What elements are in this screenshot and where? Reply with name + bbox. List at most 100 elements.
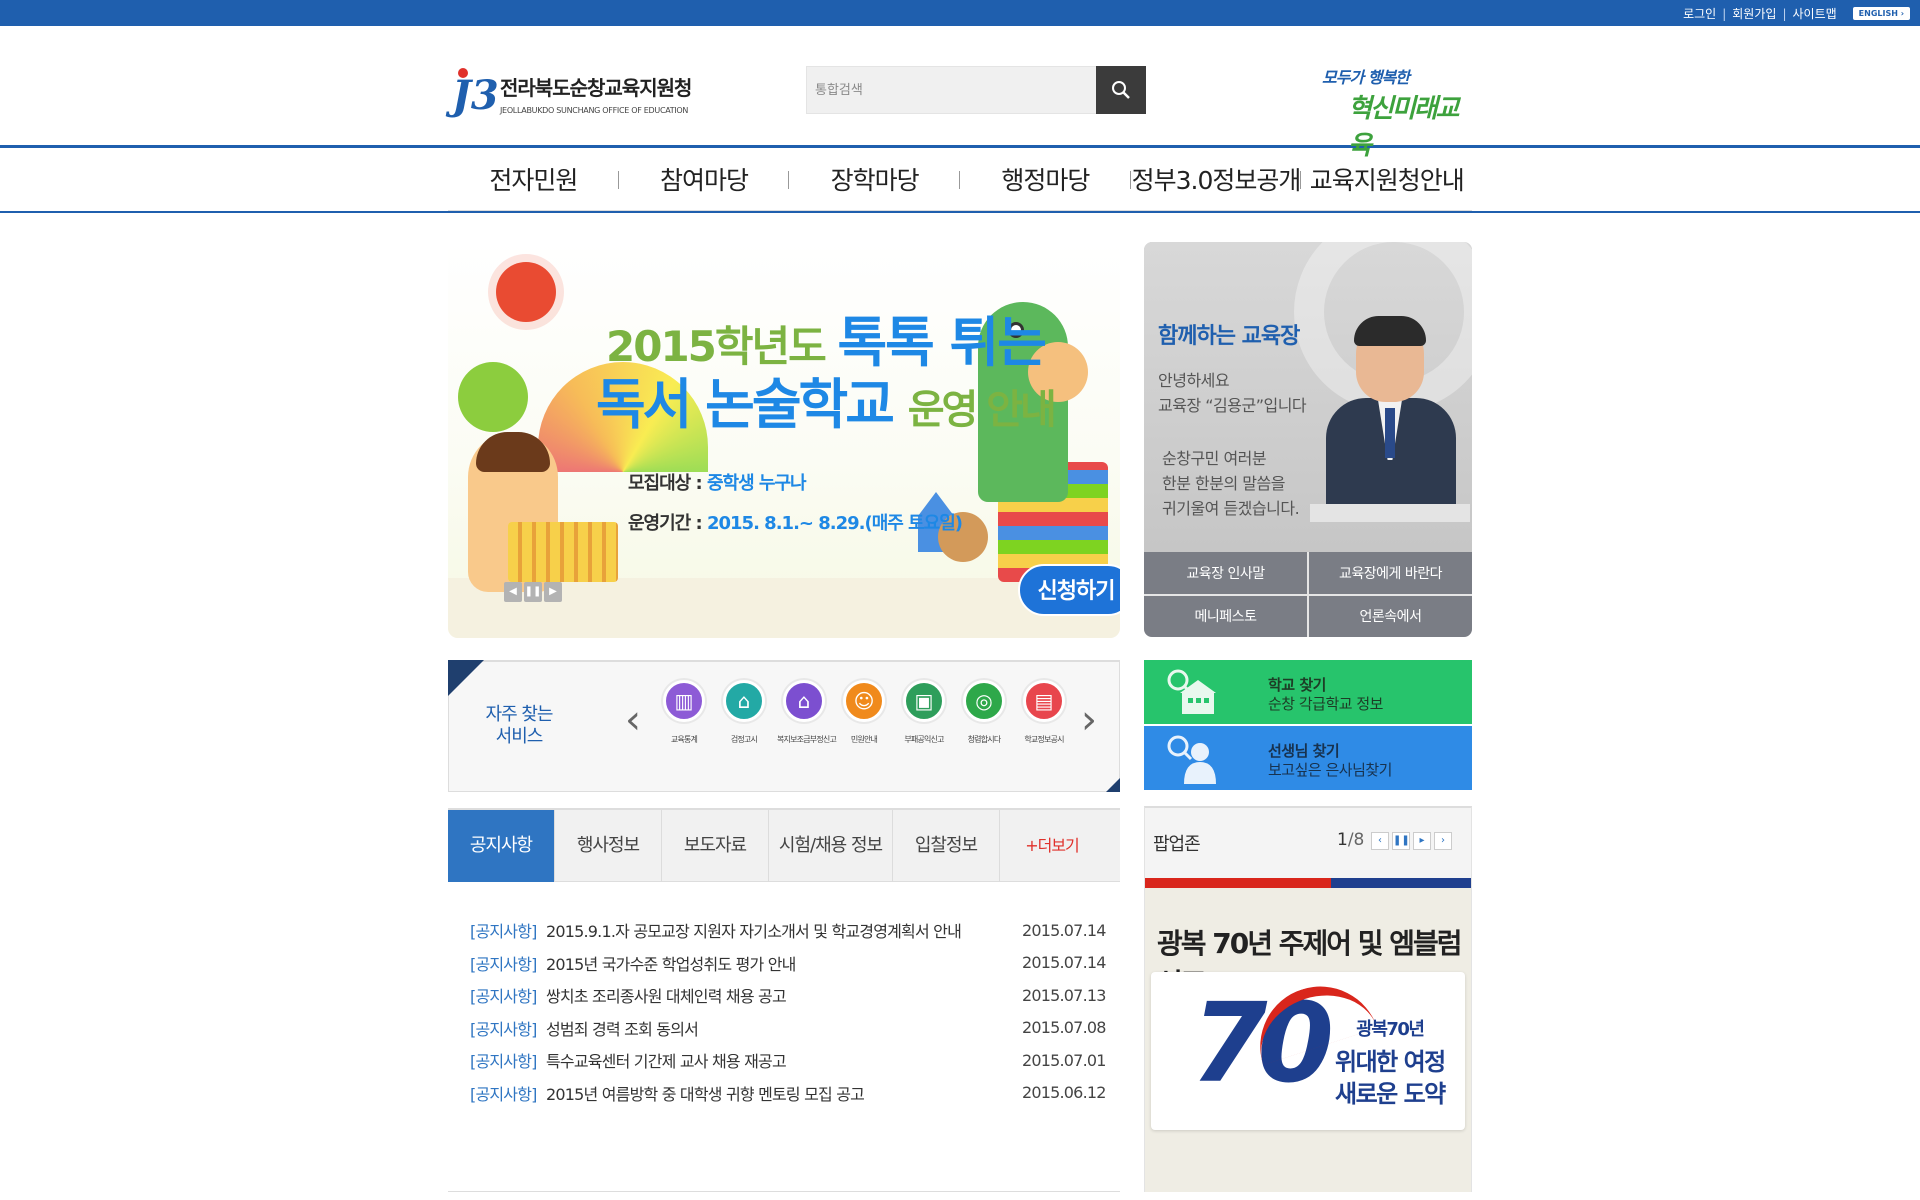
popup-next-button[interactable]: ›: [1434, 832, 1452, 850]
find-school-box[interactable]: 학교 찾기 순창 각급학교 정보: [1144, 660, 1472, 724]
quick-label-line: 자주 찾는: [485, 704, 554, 725]
tab-events[interactable]: 행사정보: [555, 810, 662, 882]
request-to-superintendent-button[interactable]: 교육장에게 바란다: [1309, 552, 1472, 594]
manifesto-button[interactable]: 메니페스토: [1144, 595, 1307, 637]
sitemap-link[interactable]: 사이트맵: [1792, 5, 1836, 22]
tab-notices[interactable]: 공지사항: [448, 810, 555, 882]
popup-zone-label: 팝업존: [1153, 834, 1201, 855]
quick-item-welfare-report[interactable]: ⌂ 복지보조금부정신고: [777, 680, 837, 745]
notice-title[interactable]: 2015.9.1.자 공모교장 지원자 자기소개서 및 학교경영계획서 안내: [546, 918, 1022, 942]
emblem-line1: 광복70년: [1356, 1019, 1425, 1040]
nav-item-administration[interactable]: 행정마당: [960, 161, 1131, 197]
quick-service-items: ▥ 교육통계 ⌂ 검정고시 ⌂ 복지보조금부정신고 ☺ 민원안내 ▣ 부패공익신…: [657, 680, 1071, 745]
search-button[interactable]: [1096, 66, 1146, 114]
superintendent-greeting-button[interactable]: 교육장 인사말: [1144, 552, 1307, 594]
notice-row[interactable]: [공지사항] 2015년 국가수준 학업성취도 평가 안내 2015.07.14: [470, 947, 1106, 980]
nav-item-scholarship[interactable]: 장학마당: [789, 161, 960, 197]
house-icon: ⌂: [783, 680, 825, 722]
clipboard-icon: ▤: [1023, 680, 1065, 722]
notice-row[interactable]: [공지사항] 특수교육센터 기간제 교사 채용 재공고 2015.07.01: [470, 1044, 1106, 1077]
search-box: [806, 66, 1146, 114]
notice-date: 2015.07.14: [1022, 953, 1106, 973]
more-link[interactable]: +더보기: [1000, 810, 1104, 882]
notice-category: [공지사항]: [470, 1019, 537, 1039]
popup-play-button[interactable]: ▸: [1413, 832, 1431, 850]
banner-target: 모집대상 : 중학생 누구나: [628, 464, 962, 504]
notice-date: 2015.07.01: [1022, 1050, 1106, 1070]
quick-item-statistics[interactable]: ▥ 교육통계: [657, 680, 711, 745]
popup-pause-button[interactable]: ❚❚: [1392, 832, 1410, 850]
tab-bidding[interactable]: 입찰정보: [893, 810, 1000, 882]
tab-exam-recruitment[interactable]: 시험/채용 정보: [769, 810, 893, 882]
greeting-line: 교육장 “김용군”입니다: [1158, 396, 1307, 415]
popup-prev-button[interactable]: ‹: [1371, 832, 1389, 850]
apply-button[interactable]: 신청하기: [1018, 564, 1120, 616]
nav-item-participation[interactable]: 참여마당: [619, 161, 790, 197]
notice-row[interactable]: [공지사항] 2015년 여름방학 중 대학생 귀향 멘토링 모집 공고 201…: [470, 1077, 1106, 1110]
main-navigation: 전자민원 참여마당 장학마당 행정마당 정부3.0정보공개 교육지원청안내: [0, 148, 1920, 213]
notice-title[interactable]: 쌍치초 조리종사원 대체인력 채용 공고: [546, 983, 1022, 1007]
corner-decoration: [1106, 778, 1120, 792]
banner-controls: ◀ ❚❚ ▶: [504, 582, 562, 602]
notice-date: 2015.06.12: [1022, 1083, 1106, 1103]
join-link[interactable]: 회원가입: [1732, 5, 1776, 22]
tree-illustration-icon: [458, 362, 528, 432]
notice-title[interactable]: 2015년 여름방학 중 대학생 귀향 멘토링 모집 공고: [546, 1081, 1022, 1105]
notice-category: [공지사항]: [470, 987, 537, 1007]
logo-emblem-icon: J3: [452, 64, 499, 122]
in-the-press-button[interactable]: 언론속에서: [1309, 595, 1472, 637]
quick-item-label: 복지보조금부정신고: [777, 735, 837, 744]
quick-item-label: 청렴합시다: [967, 735, 1002, 744]
banner-pause-button[interactable]: ❚❚: [524, 582, 542, 602]
bar-chart-icon: ▥: [663, 680, 705, 722]
notice-list: [공지사항] 2015.9.1.자 공모교장 지원자 자기소개서 및 학교경영계…: [470, 914, 1106, 1110]
greeting-line: 안녕하세요: [1158, 371, 1230, 390]
logo-english-name: JEOLLABUKDO SUNCHANG OFFICE OF EDUCATION: [500, 105, 689, 115]
superintendent-greeting: 안녕하세요 교육장 “김용군”입니다: [1158, 368, 1307, 418]
nav-item-office-guide[interactable]: 교육지원청안내: [1301, 161, 1472, 197]
notice-date: 2015.07.08: [1022, 1018, 1106, 1038]
nav-item-information-disclosure[interactable]: 정부3.0정보공개: [1131, 161, 1302, 197]
utility-links: 로그인 | 회원가입 | 사이트맵 ENGLISH ›: [1683, 5, 1910, 22]
quick-item-corruption-report[interactable]: ▣ 부패공익신고: [897, 680, 951, 745]
divider: |: [1722, 6, 1727, 21]
find-teacher-box[interactable]: 선생님 찾기 보고싶은 은사님찾기: [1144, 726, 1472, 790]
school-icon: [1167, 669, 1216, 714]
quick-item-school-info[interactable]: ▤ 학교정보공시: [1017, 680, 1071, 745]
banner-next-button[interactable]: ▶: [544, 582, 562, 602]
login-link[interactable]: 로그인: [1683, 5, 1716, 22]
notice-date: 2015.07.13: [1022, 985, 1106, 1005]
emblem-line2: 위대한 여정: [1335, 1048, 1446, 1076]
english-button[interactable]: ENGLISH ›: [1852, 7, 1910, 20]
superintendent-message: 순창구민 여러분 한분 한분의 말씀을 귀기울여 듣겠습니다.: [1162, 446, 1300, 521]
popup-color-stripe: [1145, 878, 1471, 888]
quick-item-civil-guide[interactable]: ☺ 민원안내: [837, 680, 891, 745]
popup-banner[interactable]: 광복 70년 주제어 및 엠블럼 선포 70 광복70년 위대한 여정 새로운 …: [1145, 888, 1471, 1192]
quick-item-integrity[interactable]: ◎ 청렴합시다: [957, 680, 1011, 745]
popup-zone: 팝업존 1/8 ‹ ❚❚ ▸ › 광복 70년 주제어 및 엠블럼 선포 70 …: [1144, 806, 1472, 1192]
tab-press-releases[interactable]: 보도자료: [662, 810, 769, 882]
notice-title[interactable]: 성범죄 경력 조회 동의서: [546, 1016, 1022, 1040]
quick-next-arrow-icon[interactable]: ›: [1081, 700, 1097, 740]
find-school-subtitle: 순창 각급학교 정보: [1268, 695, 1383, 713]
superintendent-photo: [1310, 316, 1470, 522]
search-input[interactable]: [807, 67, 1097, 113]
banner-period-label: 운영기간 :: [628, 513, 707, 534]
notice-row[interactable]: [공지사항] 2015.9.1.자 공모교장 지원자 자기소개서 및 학교경영계…: [470, 914, 1106, 947]
banner-prev-button[interactable]: ◀: [504, 582, 522, 602]
nav-item-civil-service[interactable]: 전자민원: [448, 161, 619, 197]
site-logo[interactable]: J3 전라북도순창교육지원청 JEOLLABUKDO SUNCHANG OFFI…: [452, 64, 692, 122]
notice-title[interactable]: 2015년 국가수준 학업성취도 평가 안내: [546, 951, 1022, 975]
superintendent-title: 함께하는 교육장: [1158, 324, 1300, 349]
notice-title[interactable]: 특수교육센터 기간제 교사 채용 재공고: [546, 1048, 1022, 1072]
logo-korean-name: 전라북도순창교육지원청: [500, 75, 692, 100]
superintendent-box: 함께하는 교육장 안녕하세요 교육장 “김용군”입니다 순창구민 여러분 한분 …: [1144, 242, 1472, 637]
notice-row[interactable]: [공지사항] 쌍치초 조리종사원 대체인력 채용 공고 2015.07.13: [470, 979, 1106, 1012]
slogan: 모두가 행복한 혁신미래교육: [1322, 64, 1472, 161]
notice-row[interactable]: [공지사항] 성범죄 경력 조회 동의서 2015.07.08: [470, 1012, 1106, 1045]
site-header: J3 전라북도순창교육지원청 JEOLLABUKDO SUNCHANG OFFI…: [0, 26, 1920, 161]
main-banner[interactable]: 2015학년도 톡톡 튀는 독서 논술학교 운영 안내 모집대상 : 중학생 누…: [448, 242, 1120, 638]
quick-prev-arrow-icon[interactable]: ‹: [625, 700, 641, 740]
quick-item-qualification-exam[interactable]: ⌂ 검정고시: [717, 680, 771, 745]
notice-category: [공지사항]: [470, 922, 537, 942]
